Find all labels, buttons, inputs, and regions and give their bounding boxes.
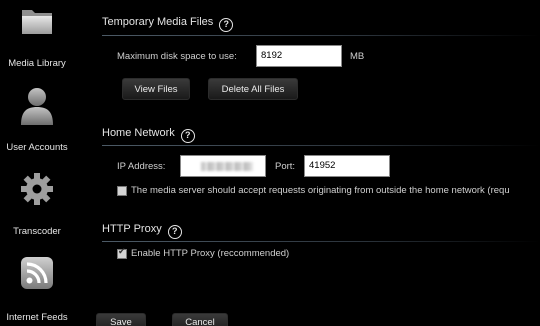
section-title-http-proxy: HTTP Proxy? [102,223,182,239]
help-icon[interactable]: ? [180,129,195,143]
unit-label: MB [350,51,365,62]
ip-address-label: IP Address: [117,161,166,172]
user-icon [21,88,53,125]
help-icon[interactable]: ? [167,225,182,239]
sidebar-item-label: Internet Feeds [6,312,68,323]
rss-icon [21,257,53,289]
outside-network-checkbox[interactable] [117,186,127,196]
section-divider [102,145,540,146]
section-divider [102,35,540,36]
ip-address-input[interactable] [180,155,266,177]
port-label: Port: [275,161,296,172]
sidebar: Media Library User Accounts Transcoder I… [0,0,74,326]
folder-icon [22,10,52,34]
sidebar-item-label: User Accounts [6,142,68,153]
section-title-text: Temporary Media Files [102,16,214,28]
help-icon[interactable]: ? [219,18,234,32]
section-title-text: Home Network [102,127,175,139]
gear-icon [21,173,53,205]
sidebar-item-internet-feeds[interactable]: Internet Feeds [0,252,74,326]
section-title-home-network: Home Network? [102,127,195,143]
section-title-text: HTTP Proxy [102,223,162,235]
outside-network-label: The media server should accept requests … [131,185,510,196]
port-input[interactable]: 41952 [304,155,390,177]
enable-http-proxy-label: Enable HTTP Proxy (reccommended) [131,248,290,259]
enable-http-proxy-checkbox[interactable] [117,247,127,259]
cancel-button[interactable]: Cancel [172,313,228,326]
save-button[interactable]: Save [96,313,146,326]
redacted-ip [201,162,253,171]
settings-panel: Temporary Media Files? Maximum disk spac… [90,0,540,326]
view-files-button[interactable]: View Files [122,78,190,100]
sidebar-item-transcoder[interactable]: Transcoder [0,166,74,238]
sidebar-item-label: Media Library [8,58,66,69]
max-disk-input[interactable]: 8192 [256,45,342,67]
section-title-temporary-media: Temporary Media Files? [102,16,234,32]
max-disk-label: Maximum disk space to use: [117,51,237,62]
section-divider [102,241,540,242]
delete-all-files-button[interactable]: Delete All Files [208,78,298,100]
sidebar-item-user-accounts[interactable]: User Accounts [0,82,74,154]
sidebar-item-media-library[interactable]: Media Library [0,0,74,72]
sidebar-item-label: Transcoder [13,226,61,237]
